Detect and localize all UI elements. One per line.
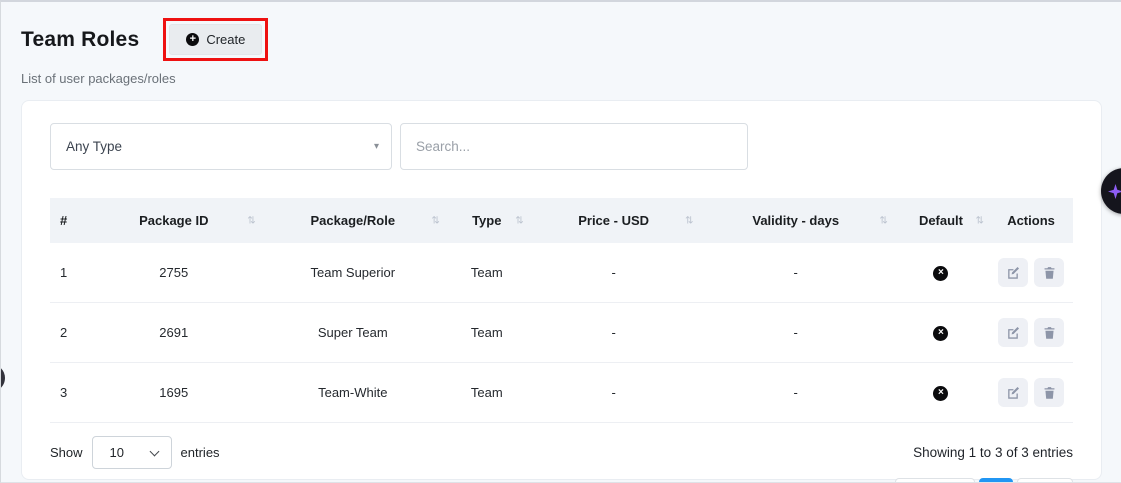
sort-icon: ⇅ (976, 215, 984, 226)
cell-package-role: Super Team (261, 303, 445, 363)
trash-icon (1043, 266, 1056, 280)
table-row: 1 2755 Team Superior Team - - × (50, 243, 1073, 303)
page-subtitle: List of user packages/roles (21, 71, 1101, 86)
edit-button[interactable] (998, 318, 1028, 347)
chevron-down-icon: ▾ (374, 141, 379, 152)
create-button-annotation: + Create (163, 18, 268, 61)
cell-actions (989, 243, 1073, 303)
create-button[interactable]: + Create (169, 24, 262, 55)
cell-price: - (529, 303, 699, 363)
column-header-package-role[interactable]: Package/Role ⇅ (261, 198, 445, 243)
edge-widget-button[interactable] (0, 364, 5, 392)
cell-type: Team (445, 303, 529, 363)
table-row: 2 2691 Super Team Team - - × (50, 303, 1073, 363)
column-header-default[interactable]: Default ⇅ (893, 198, 989, 243)
assistant-bubble-button[interactable] (1101, 168, 1121, 214)
pagination: Previous 1 Next (895, 478, 1073, 483)
sort-icon: ⇅ (880, 215, 888, 226)
edit-button[interactable] (998, 258, 1028, 287)
cell-type: Team (445, 243, 529, 303)
cell-package-id: 2691 (87, 303, 261, 363)
cell-num: 2 (50, 303, 87, 363)
roles-table: # Package ID ⇅ Package/Role ⇅ Type ⇅ Pr (50, 198, 1073, 423)
cell-validity: - (699, 303, 893, 363)
edit-pencil-icon (1006, 326, 1020, 340)
cell-type: Team (445, 363, 529, 423)
page-title: Team Roles (21, 28, 139, 52)
cell-default: × (893, 363, 989, 423)
entries-select[interactable]: 10 (92, 436, 172, 469)
cell-package-role: Team-White (261, 363, 445, 423)
edit-pencil-icon (1006, 266, 1020, 280)
cell-default: × (893, 303, 989, 363)
times-circle-icon: × (933, 386, 948, 401)
delete-button[interactable] (1034, 318, 1064, 347)
sort-icon: ⇅ (515, 215, 523, 226)
edit-pencil-icon (1006, 386, 1020, 400)
entries-label: entries (181, 445, 220, 460)
sort-icon: ⇅ (431, 215, 439, 226)
create-button-label: Create (206, 32, 245, 47)
times-circle-icon: × (933, 266, 948, 281)
cell-num: 1 (50, 243, 87, 303)
cell-default: × (893, 243, 989, 303)
cell-actions (989, 303, 1073, 363)
delete-button[interactable] (1034, 378, 1064, 407)
column-header-type[interactable]: Type ⇅ (445, 198, 529, 243)
page-header: Team Roles + Create List of user package… (1, 2, 1121, 86)
sort-icon: ⇅ (685, 215, 693, 226)
trash-icon (1043, 386, 1056, 400)
column-header-price[interactable]: Price - USD ⇅ (529, 198, 699, 243)
sparkle-icon (1108, 184, 1121, 199)
type-filter-value: Any Type (66, 139, 122, 154)
times-circle-icon: × (933, 326, 948, 341)
pagination-next-button[interactable]: Next (1017, 478, 1073, 483)
pagination-previous-button[interactable]: Previous (895, 478, 976, 483)
cell-package-id: 1695 (87, 363, 261, 423)
plus-circle-icon: + (186, 33, 199, 46)
entries-select-value: 10 (110, 445, 124, 460)
cell-validity: - (699, 243, 893, 303)
cell-actions (989, 363, 1073, 423)
search-input[interactable] (400, 123, 748, 170)
column-header-actions: Actions (989, 198, 1073, 243)
cell-package-role: Team Superior (261, 243, 445, 303)
cell-num: 3 (50, 363, 87, 423)
roles-card: Any Type ▾ # Package ID ⇅ Package/Role ⇅ (21, 100, 1102, 480)
cell-validity: - (699, 363, 893, 423)
column-header-package-id[interactable]: Package ID ⇅ (87, 198, 261, 243)
page-size-control: Show 10 entries (50, 436, 220, 469)
cell-price: - (529, 243, 699, 303)
type-filter-select[interactable]: Any Type ▾ (50, 123, 392, 170)
trash-icon (1043, 326, 1056, 340)
showing-entries-text: Showing 1 to 3 of 3 entries (913, 445, 1073, 460)
sort-icon: ⇅ (247, 215, 255, 226)
cell-package-id: 2755 (87, 243, 261, 303)
chevron-down-icon (149, 447, 159, 457)
edit-button[interactable] (998, 378, 1028, 407)
table-row: 3 1695 Team-White Team - - × (50, 363, 1073, 423)
cell-price: - (529, 363, 699, 423)
column-header-num: # (50, 198, 87, 243)
table-header-row: # Package ID ⇅ Package/Role ⇅ Type ⇅ Pr (50, 198, 1073, 243)
filter-row: Any Type ▾ (50, 123, 1073, 170)
show-label: Show (50, 445, 83, 460)
pagination-page-1-button[interactable]: 1 (979, 478, 1013, 483)
team-roles-page: Team Roles + Create List of user package… (0, 0, 1121, 483)
delete-button[interactable] (1034, 258, 1064, 287)
column-header-validity[interactable]: Validity - days ⇅ (699, 198, 893, 243)
